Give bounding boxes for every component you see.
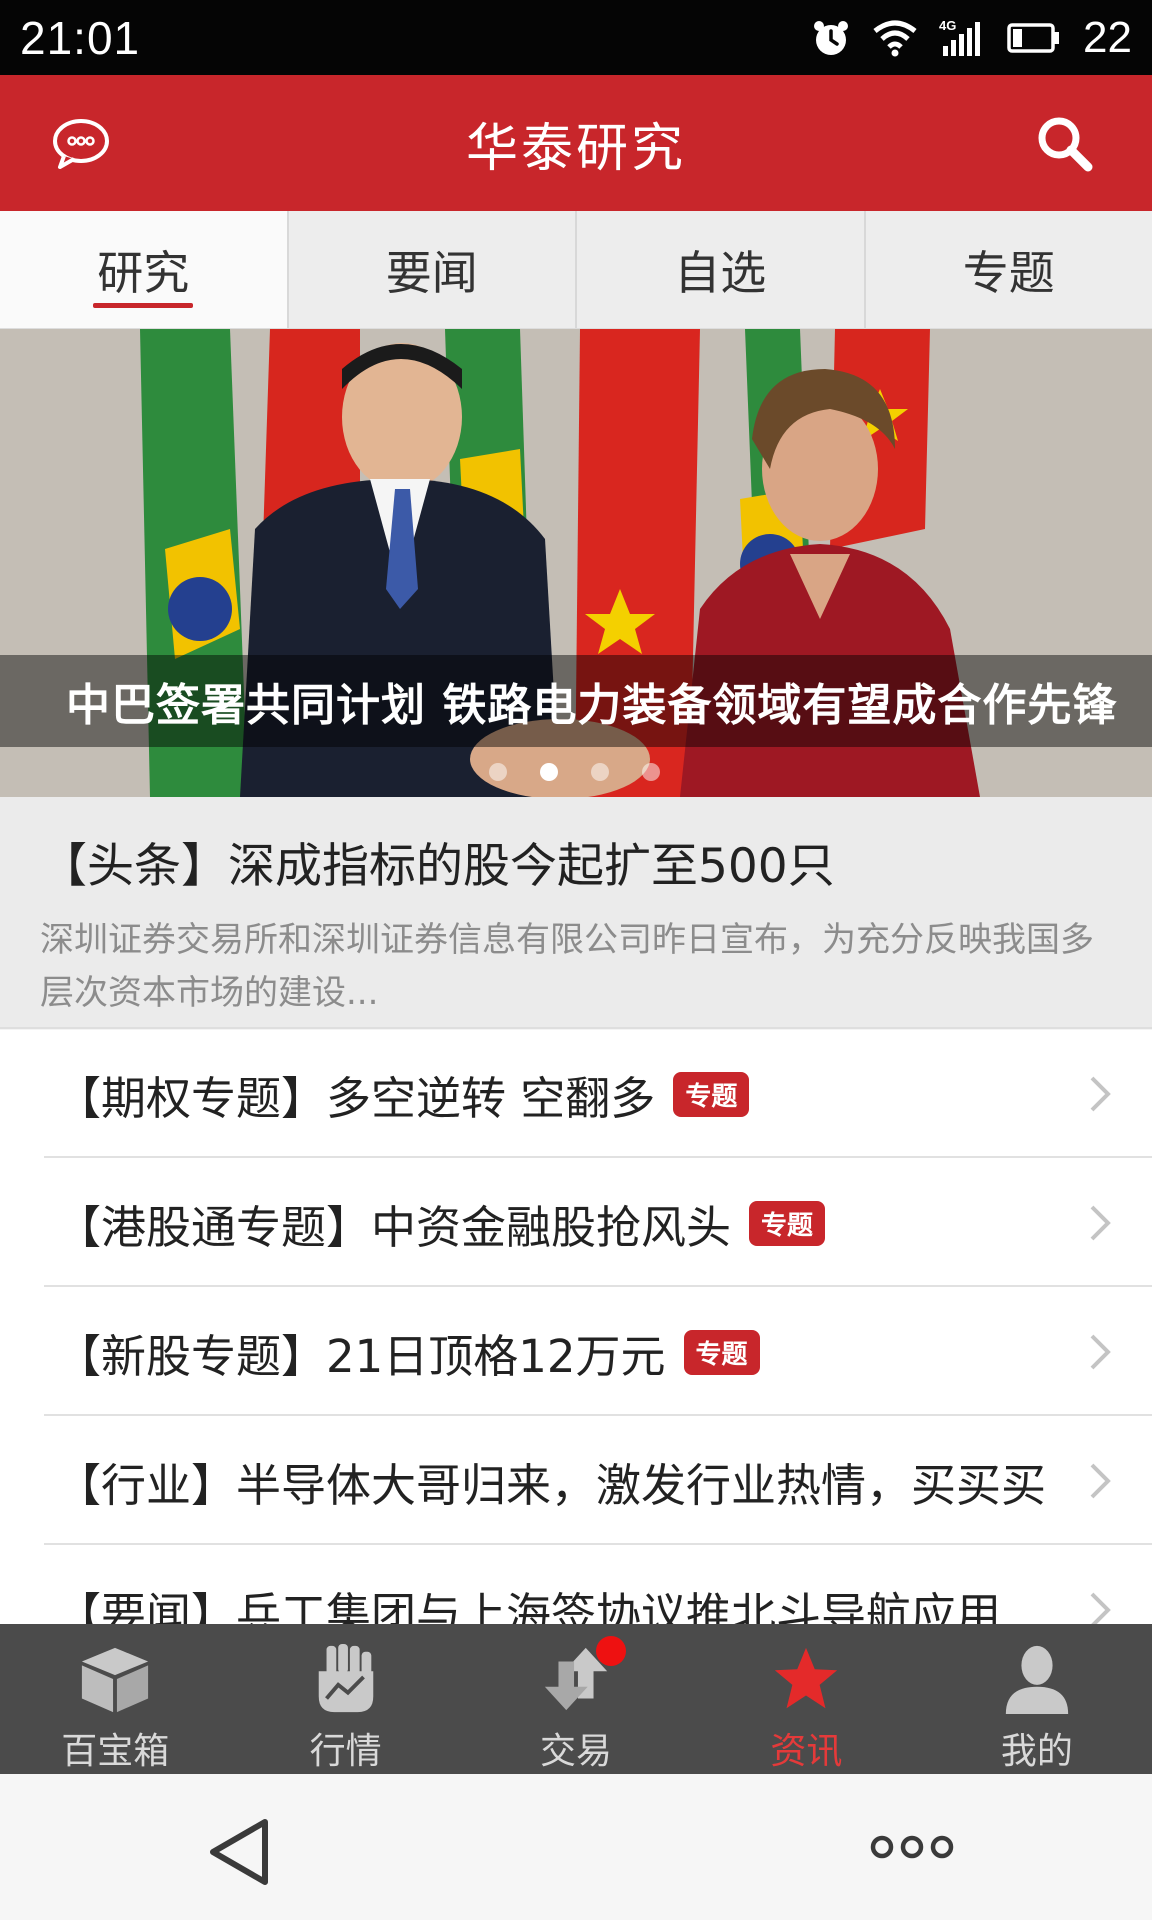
svg-text:4G: 4G: [939, 18, 956, 33]
nav-label: 我的: [1000, 1731, 1073, 1772]
tab-research[interactable]: 研究: [0, 211, 287, 328]
system-nav-bar: [0, 1774, 1152, 1920]
tab-news[interactable]: 要闻: [286, 211, 575, 328]
headline-card[interactable]: 【头条】深成指标的股今起扩至500只 深圳证券交易所和深圳证券信息有限公司昨日宣…: [0, 797, 1152, 1029]
list-item[interactable]: 【新股专题】21日顶格12万元 专题: [0, 1288, 1152, 1416]
active-tab-indicator: [93, 303, 194, 308]
divider: [44, 1414, 1152, 1416]
banner-caption: 中巴签署共同计划 铁路电力装备领域有望成合作先锋: [66, 680, 1118, 731]
tab-label: 研究: [97, 245, 190, 300]
nav-label: 交易: [540, 1731, 613, 1772]
status-bar: 21:01 4G 22: [0, 0, 1152, 75]
list-item[interactable]: 【港股通专题】中资金融股抢风头 专题: [0, 1159, 1152, 1287]
person-icon: [1005, 1645, 1068, 1715]
list-item[interactable]: 【期权专题】多空逆转 空翻多 专题: [0, 1030, 1152, 1158]
message-icon[interactable]: [50, 117, 112, 171]
market-hand-icon: [318, 1643, 373, 1713]
news-banner[interactable]: 中巴签署共同计划 铁路电力装备领域有望成合作先锋: [0, 329, 1152, 797]
battery-level: 22: [1083, 12, 1132, 62]
back-triangle-icon[interactable]: [205, 1816, 271, 1888]
pagination-dot[interactable]: [591, 763, 609, 781]
nav-label: 资讯: [770, 1731, 843, 1772]
pagination-dot[interactable]: [489, 763, 507, 781]
banner-pagination: [0, 757, 1152, 787]
list-item-title: 【行业】半导体大哥归来，激发行业热情，买买买: [56, 1458, 1047, 1512]
status-time: 21:01: [20, 11, 141, 64]
tab-watchlist[interactable]: 自选: [575, 211, 864, 328]
chevron-right-icon: [1090, 1334, 1111, 1370]
headline-description: 深圳证券交易所和深圳证券信息有限公司昨日宣布，为充分反映我国多层次资本市场的建设…: [40, 920, 1094, 1013]
divider: [44, 1543, 1152, 1545]
pagination-dot-active[interactable]: [540, 763, 558, 781]
nav-item-trade[interactable]: 交易: [461, 1624, 691, 1774]
tab-label: 专题: [962, 245, 1055, 300]
pagination-dot[interactable]: [642, 763, 660, 781]
list-item-title: 【新股专题】21日顶格12万元: [56, 1329, 666, 1383]
nav-item-market[interactable]: 行情: [230, 1624, 460, 1774]
chevron-right-icon: [1090, 1592, 1111, 1624]
topic-badge: 专题: [749, 1200, 826, 1246]
chevron-right-icon: [1090, 1205, 1111, 1241]
app-title: 华泰研究: [465, 118, 686, 179]
nav-label: 行情: [309, 1731, 382, 1772]
nav-label: 百宝箱: [61, 1731, 170, 1772]
screen: 21:01 4G 22 华泰研究 研究 要闻 自选 专题 中巴签署共同计划 铁路…: [0, 0, 1152, 1920]
topic-badge: 专题: [673, 1071, 750, 1117]
nav-item-news[interactable]: 资讯: [691, 1624, 921, 1774]
box-icon: [82, 1647, 149, 1713]
wifi-icon: [873, 20, 917, 56]
more-dots-icon[interactable]: [870, 1832, 954, 1862]
search-icon[interactable]: [1034, 113, 1094, 173]
app-bar: 华泰研究: [0, 75, 1152, 211]
chevron-right-icon: [1090, 1463, 1111, 1499]
nav-item-toolbox[interactable]: 百宝箱: [0, 1624, 230, 1774]
bottom-nav: 百宝箱 行情 交易 资讯 我的: [0, 1624, 1152, 1774]
list-item-title: 【期权专题】多空逆转 空翻多: [56, 1071, 656, 1125]
star-icon: [775, 1647, 838, 1709]
list-item[interactable]: 【行业】半导体大哥归来，激发行业热情，买买买: [0, 1417, 1152, 1545]
news-list: 【期权专题】多空逆转 空翻多 专题 【港股通专题】中资金融股抢风头 专题 【新股…: [0, 1030, 1152, 1624]
divider: [44, 1156, 1152, 1158]
list-item-title: 【要闻】兵工集团与上海签协议推北斗导航应用 ...: [56, 1587, 1059, 1625]
banner-caption-bar: 中巴签署共同计划 铁路电力装备领域有望成合作先锋: [0, 655, 1152, 747]
tab-label: 自选: [674, 245, 767, 300]
battery-icon: [1007, 22, 1060, 53]
notification-dot: [595, 1636, 626, 1666]
alarm-icon: [814, 20, 849, 55]
topic-badge: 专题: [683, 1329, 760, 1375]
headline-title: 【头条】深成指标的股今起扩至500只: [40, 839, 835, 894]
signal-4g-icon: 4G: [939, 18, 981, 56]
nav-item-me[interactable]: 我的: [922, 1624, 1152, 1774]
tab-label: 要闻: [385, 245, 478, 300]
list-item[interactable]: 【要闻】兵工集团与上海签协议推北斗导航应用 ...: [0, 1546, 1152, 1624]
tab-topics[interactable]: 专题: [863, 211, 1152, 328]
divider: [44, 1285, 1152, 1287]
list-item-title: 【港股通专题】中资金融股抢风头: [56, 1200, 732, 1254]
chevron-right-icon: [1090, 1076, 1111, 1112]
top-tabs: 研究 要闻 自选 专题: [0, 211, 1152, 329]
status-icons: 4G 22: [811, 13, 1132, 63]
